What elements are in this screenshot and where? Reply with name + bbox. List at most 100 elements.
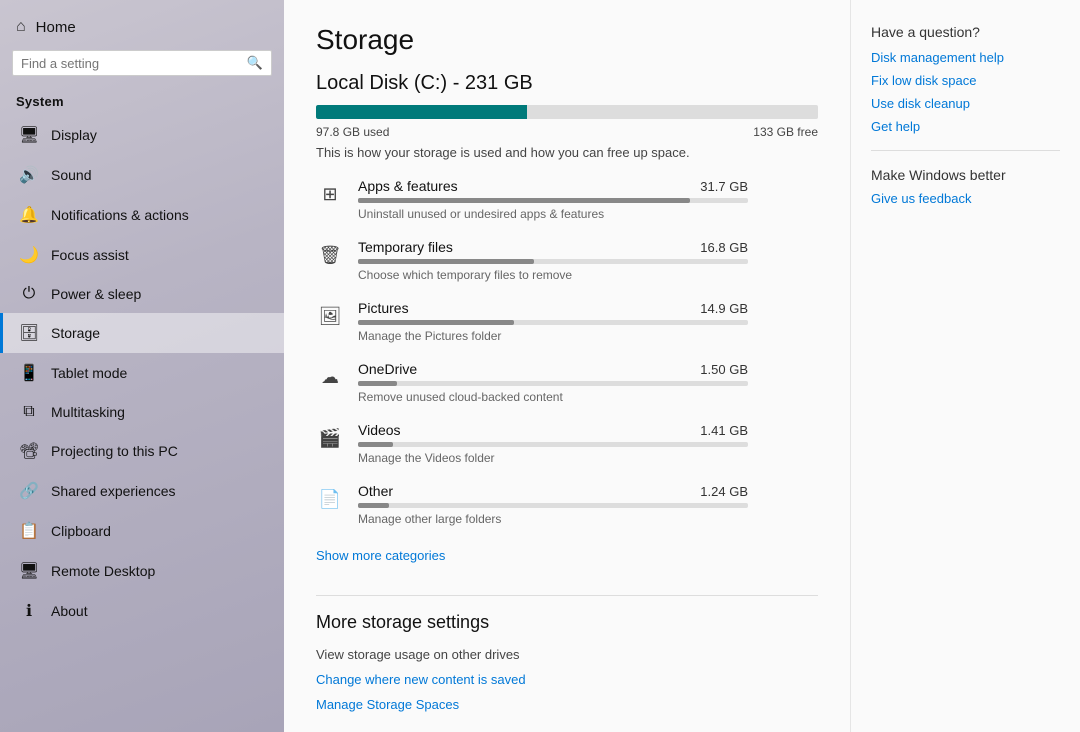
storage-item-name-5: Other — [358, 483, 393, 499]
sidebar-item-notifications[interactable]: 🔔 Notifications & actions — [0, 195, 284, 235]
sidebar-item-shared[interactable]: 🔗 Shared experiences — [0, 471, 284, 511]
used-label: 97.8 GB used — [316, 125, 389, 139]
right-panel-question: Have a question? — [871, 24, 1060, 40]
power-icon: ⏻ — [19, 285, 39, 303]
storage-item-desc-3: Remove unused cloud-backed content — [358, 390, 748, 404]
storage-item-content-1: Temporary files 16.8 GB Choose which tem… — [358, 239, 748, 282]
sidebar-item-focus[interactable]: 🌙 Focus assist — [0, 235, 284, 275]
right-panel-link-2[interactable]: Use disk cleanup — [871, 96, 1060, 111]
storage-item-bar-fill-3 — [358, 381, 397, 386]
storage-item-name-4: Videos — [358, 422, 401, 438]
sidebar-item-sound[interactable]: 🔊 Sound — [0, 155, 284, 195]
storage-item-bar-container-4 — [358, 442, 748, 447]
storage-item-header-0: Apps & features 31.7 GB — [358, 178, 748, 194]
storage-item-content-2: Pictures 14.9 GB Manage the Pictures fol… — [358, 300, 748, 343]
right-panel-link-3[interactable]: Get help — [871, 119, 1060, 134]
right-panel-link-0[interactable]: Disk management help — [871, 50, 1060, 65]
sidebar-item-storage[interactable]: 🗄 Storage — [0, 313, 284, 353]
right-panel-link-1[interactable]: Fix low disk space — [871, 73, 1060, 88]
storage-item-desc-5: Manage other large folders — [358, 512, 748, 526]
sidebar-item-projecting[interactable]: 📽 Projecting to this PC — [0, 431, 284, 471]
more-settings-link-2[interactable]: Manage Storage Spaces — [316, 697, 818, 712]
other-icon: 📄 — [316, 485, 344, 513]
more-settings-links: View storage usage on other drives Change… — [316, 647, 818, 712]
storage-item-bar-fill-0 — [358, 198, 690, 203]
sidebar-search-box[interactable]: 🔍 — [12, 50, 272, 76]
more-settings-title: More storage settings — [316, 612, 818, 633]
search-icon: 🔍 — [247, 55, 263, 71]
storage-item-bar-fill-5 — [358, 503, 389, 508]
more-settings-link-0: View storage usage on other drives — [316, 647, 818, 662]
storage-item-desc-4: Manage the Videos folder — [358, 451, 748, 465]
storage-item-name-0: Apps & features — [358, 178, 458, 194]
sidebar: ⌂ Home 🔍 System 🖥 Display 🔊 Sound 🔔 Noti… — [0, 0, 284, 732]
storage-bar-labels: 97.8 GB used 133 GB free — [316, 125, 818, 139]
sidebar-item-label-about: About — [51, 603, 88, 619]
storage-item-desc-1: Choose which temporary files to remove — [358, 268, 748, 282]
storage-item-3[interactable]: ☁ OneDrive 1.50 GB Remove unused cloud-b… — [316, 361, 818, 404]
about-icon: ℹ — [19, 601, 39, 621]
sidebar-section-title: System — [0, 86, 284, 115]
storage-item-size-1: 16.8 GB — [700, 240, 748, 255]
feedback-link[interactable]: Give us feedback — [871, 191, 1060, 206]
storage-item-header-3: OneDrive 1.50 GB — [358, 361, 748, 377]
storage-item-desc-0: Uninstall unused or undesired apps & fea… — [358, 207, 748, 221]
storage-item-header-1: Temporary files 16.8 GB — [358, 239, 748, 255]
right-panel-divider — [871, 150, 1060, 151]
storage-item-desc-2: Manage the Pictures folder — [358, 329, 748, 343]
storage-item-bar-fill-4 — [358, 442, 393, 447]
storage-item-2[interactable]: 🖼 Pictures 14.9 GB Manage the Pictures f… — [316, 300, 818, 343]
sidebar-home-label: Home — [36, 19, 76, 36]
sidebar-item-power[interactable]: ⏻ Power & sleep — [0, 275, 284, 313]
projecting-icon: 📽 — [19, 441, 39, 461]
storage-item-header-5: Other 1.24 GB — [358, 483, 748, 499]
page-title: Storage — [316, 24, 818, 56]
storage-item-bar-fill-2 — [358, 320, 514, 325]
apps-icon: ⊞ — [316, 180, 344, 208]
storage-item-bar-fill-1 — [358, 259, 534, 264]
storage-item-name-3: OneDrive — [358, 361, 417, 377]
sidebar-item-label-power: Power & sleep — [51, 286, 141, 302]
sidebar-item-label-tablet: Tablet mode — [51, 365, 127, 381]
clipboard-icon: 📋 — [19, 521, 39, 541]
sidebar-item-clipboard[interactable]: 📋 Clipboard — [0, 511, 284, 551]
sidebar-item-tablet[interactable]: 📱 Tablet mode — [0, 353, 284, 393]
storage-item-name-2: Pictures — [358, 300, 409, 316]
sidebar-item-label-multitasking: Multitasking — [51, 404, 125, 420]
storage-item-size-5: 1.24 GB — [700, 484, 748, 499]
storage-item-0[interactable]: ⊞ Apps & features 31.7 GB Uninstall unus… — [316, 178, 818, 221]
sidebar-home[interactable]: ⌂ Home — [0, 0, 284, 46]
sidebar-item-multitasking[interactable]: ⧉ Multitasking — [0, 393, 284, 431]
storage-item-content-0: Apps & features 31.7 GB Uninstall unused… — [358, 178, 748, 221]
section-divider — [316, 595, 818, 596]
shared-icon: 🔗 — [19, 481, 39, 501]
sidebar-item-label-clipboard: Clipboard — [51, 523, 111, 539]
sidebar-item-label-storage: Storage — [51, 325, 100, 341]
storage-item-content-3: OneDrive 1.50 GB Remove unused cloud-bac… — [358, 361, 748, 404]
remote-icon: 🖥 — [19, 561, 39, 581]
storage-item-1[interactable]: 🗑 Temporary files 16.8 GB Choose which t… — [316, 239, 818, 282]
storage-item-header-2: Pictures 14.9 GB — [358, 300, 748, 316]
storage-item-bar-container-5 — [358, 503, 748, 508]
storage-item-5[interactable]: 📄 Other 1.24 GB Manage other large folde… — [316, 483, 818, 526]
sidebar-item-display[interactable]: 🖥 Display — [0, 115, 284, 155]
sidebar-item-label-remote: Remote Desktop — [51, 563, 155, 579]
storage-item-size-2: 14.9 GB — [700, 301, 748, 316]
sidebar-item-remote[interactable]: 🖥 Remote Desktop — [0, 551, 284, 591]
storage-item-size-0: 31.7 GB — [700, 179, 748, 194]
sidebar-item-label-shared: Shared experiences — [51, 483, 176, 499]
sidebar-item-about[interactable]: ℹ About — [0, 591, 284, 631]
display-icon: 🖥 — [19, 125, 39, 145]
storage-description: This is how your storage is used and how… — [316, 145, 818, 160]
right-panel: Have a question? Disk management help Fix… — [850, 0, 1080, 732]
disk-title: Local Disk (C:) - 231 GB — [316, 72, 818, 95]
storage-item-bar-container-3 — [358, 381, 748, 386]
storage-item-bar-container-1 — [358, 259, 748, 264]
storage-item-content-5: Other 1.24 GB Manage other large folders — [358, 483, 748, 526]
more-settings-link-1[interactable]: Change where new content is saved — [316, 672, 818, 687]
storage-item-4[interactable]: 🎬 Videos 1.41 GB Manage the Videos folde… — [316, 422, 818, 465]
storage-item-bar-container-2 — [358, 320, 748, 325]
show-more-link[interactable]: Show more categories — [316, 548, 445, 563]
search-input[interactable] — [21, 56, 247, 71]
tablet-icon: 📱 — [19, 363, 39, 383]
